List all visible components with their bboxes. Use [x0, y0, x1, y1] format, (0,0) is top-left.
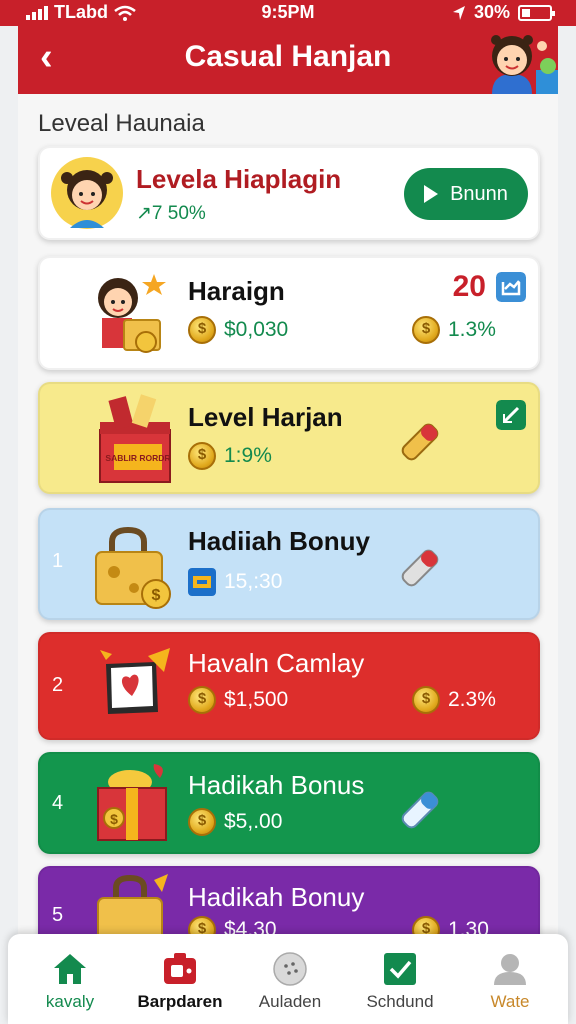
tablet-heart-icon	[100, 648, 170, 714]
featured-title: Levela Hiaplagin	[136, 164, 342, 194]
card-score: 20	[452, 270, 486, 303]
status-bar: TLabd 9:5PM 30%	[0, 0, 576, 26]
card-amount: $1,500	[188, 686, 288, 714]
lock-chest-icon: $	[95, 526, 171, 609]
card-amount-value: $1,500	[224, 688, 289, 711]
card-percent: 1.3%	[412, 316, 496, 344]
card-rank: 4	[52, 792, 64, 814]
card-percent-value: 1.3%	[448, 318, 496, 341]
coin-icon	[188, 808, 216, 836]
battery-booster-icon	[401, 423, 439, 461]
coin-icon	[412, 316, 440, 344]
card-title: Hadikah Bonus	[188, 770, 365, 800]
svg-text:$: $	[152, 587, 161, 604]
page-title: Casual Hanjan	[184, 40, 392, 73]
featured-stat: ↗7 50%	[136, 203, 206, 224]
card-amount-value: 1:9%	[224, 444, 272, 467]
profile-icon	[494, 954, 526, 985]
inbox-badge-icon	[496, 272, 526, 302]
camera-icon	[164, 953, 196, 984]
battery-booster-icon	[401, 549, 439, 587]
girl-with-coins-icon	[98, 274, 166, 353]
featured-level-card[interactable]: Levela Hiaplagin ↗7 50% Bnunn	[38, 146, 540, 240]
crate-text: SABLIR RORDR	[105, 453, 170, 463]
girl-avatar-icon	[51, 157, 123, 229]
card-amount: $0,030	[188, 316, 288, 344]
play-button[interactable]: Bnunn	[404, 168, 528, 220]
app-header: ‹ Casual Hanjan	[18, 26, 558, 94]
tab-home[interactable]: kavaly	[14, 934, 126, 1024]
home-icon	[54, 954, 86, 984]
card-amount: 15,:30	[188, 568, 282, 596]
card-amount: 1:9%	[188, 442, 272, 470]
tab-profile[interactable]: Wate	[454, 934, 566, 1024]
card-title: Havaln Camlay	[188, 648, 365, 678]
card-title: Level Harjan	[188, 402, 343, 432]
reward-card[interactable]: 4 $ Hadikah Bonus $5,.00	[38, 752, 540, 854]
location-icon	[452, 5, 465, 20]
card-rank: 5	[52, 904, 64, 926]
reward-card[interactable]: Haraign 20 $0,030 1.3%	[38, 256, 540, 370]
card-amount: $5,.00	[188, 808, 282, 836]
gift-crate-icon: SABLIR RORDR	[99, 394, 171, 483]
coin-icon	[188, 686, 216, 714]
coin-icon	[188, 442, 216, 470]
tab-camera[interactable]: Barpdaren	[124, 934, 236, 1024]
card-title: Haraign	[188, 276, 285, 306]
play-button-label: Bnunn	[450, 182, 508, 205]
card-amount-value: $5,.00	[224, 810, 283, 833]
coin-icon	[412, 686, 440, 714]
ticket-icon	[188, 568, 216, 596]
card-title: Hadikah Bonuy	[188, 882, 365, 912]
reward-card[interactable]: 2 Havaln Camlay $1,500 2.3%	[38, 632, 540, 740]
tab-label: Schdund	[366, 992, 434, 1011]
reward-card[interactable]: SABLIR RORDR Level Harjan 1:9%	[38, 382, 540, 494]
card-percent: 2.3%	[412, 686, 496, 714]
play-icon	[424, 185, 439, 203]
bottom-tab-bar: kavaly Barpdaren Auladen Schdund Wate	[8, 934, 568, 1024]
gift-box-icon: $	[97, 764, 167, 841]
main-content: Leveal Haunaia Levela Hiaplagin ↗7 50% B…	[18, 94, 558, 1024]
battery-percent: 30%	[473, 2, 510, 22]
girl-avatar-icon	[491, 35, 558, 94]
dots-icon	[273, 952, 307, 986]
section-title: Leveal Haunaia	[38, 110, 205, 137]
card-rank: 1	[52, 550, 64, 572]
battery-booster-icon	[401, 791, 439, 829]
battery-icon	[518, 4, 555, 21]
svg-text:$: $	[110, 811, 118, 827]
tab-label: Auladen	[258, 992, 322, 1011]
edit-badge-icon[interactable]	[496, 400, 526, 430]
tab-schedule[interactable]: Schdund	[344, 934, 456, 1024]
coin-icon	[188, 316, 216, 344]
card-percent-value: 2.3%	[448, 688, 496, 711]
status-right: 30%	[452, 2, 555, 23]
tab-label: kavaly	[45, 992, 95, 1011]
tab-label: Barpdaren	[137, 992, 223, 1011]
check-icon	[384, 953, 416, 985]
card-title: Hadiiah Bonuy	[188, 526, 371, 556]
reward-card[interactable]: 1 $ Hadiiah Bonuy 15,:30	[38, 508, 540, 620]
tab-label: Wate	[490, 992, 530, 1011]
card-amount-value: $0,030	[224, 318, 289, 341]
card-amount-value: 15,:30	[224, 570, 283, 593]
tab-auladen[interactable]: Auladen	[234, 934, 346, 1024]
card-rank: 2	[52, 674, 64, 696]
